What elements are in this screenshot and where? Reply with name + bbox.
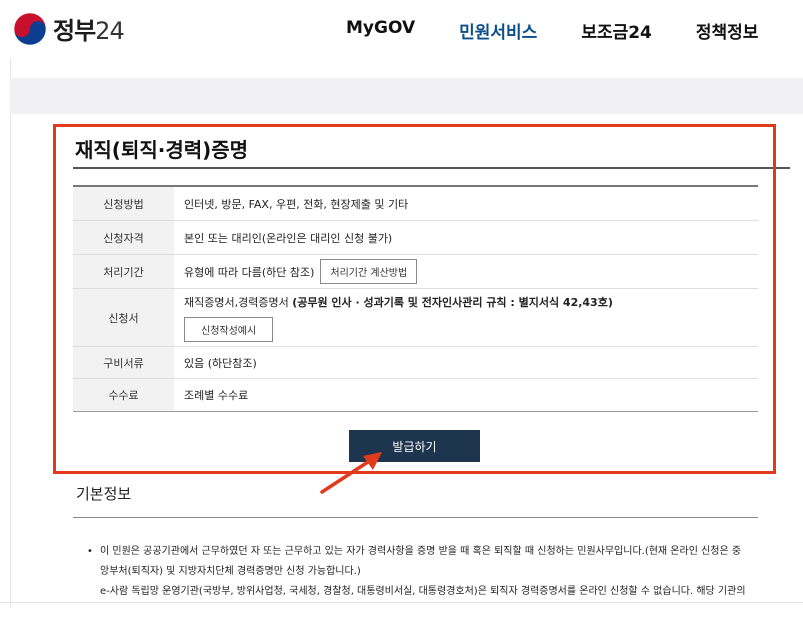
nav-item-subsidy24[interactable]: 보조금24 bbox=[581, 18, 652, 43]
row-value: 조례별 수수료 bbox=[184, 389, 249, 402]
row-value: 본인 또는 대리인(온라인은 대리인 신청 불가) bbox=[184, 231, 393, 245]
row-label: 구비서류 bbox=[73, 347, 174, 378]
basic-info-title: 기본정보 bbox=[76, 485, 132, 503]
row-label: 신청서 bbox=[73, 289, 174, 346]
logo-number: 24 bbox=[95, 17, 125, 45]
content-left-border bbox=[10, 58, 11, 608]
row-label: 수수료 bbox=[73, 379, 174, 411]
info-line: 이 민원은 공공기관에서 근무하였던 자 또는 근무하고 있는 자가 경력사항을… bbox=[100, 546, 742, 557]
page-title: 재직(퇴직·경력)증명 bbox=[75, 138, 249, 162]
nav-item-mygov[interactable]: MyGOV bbox=[346, 18, 415, 43]
row-value: 있음 (하단참조) bbox=[184, 356, 257, 370]
row-value: 재직증명서,경력증명서 bbox=[184, 295, 293, 309]
row-value-bold: (공무원 인사 · 성과기록 및 전자인사관리 규칙 : 별지서식 42,43호… bbox=[292, 295, 613, 309]
nav-item-policy-info[interactable]: 정책정보 bbox=[696, 18, 759, 43]
table-row: 수수료 조례별 수수료 bbox=[73, 379, 758, 411]
bullet-marker: • bbox=[87, 546, 93, 557]
application-example-button[interactable]: 신청작성예시 bbox=[184, 316, 274, 342]
table-row: 구비서류 있음 (하단참조) bbox=[73, 347, 758, 379]
row-value: 유형에 따라 다름(하단 참조) bbox=[184, 265, 315, 279]
row-label: 처리기간 bbox=[73, 255, 174, 288]
main-nav: MyGOV 민원서비스 보조금24 정책정보 bbox=[346, 18, 802, 43]
basic-info-divider bbox=[73, 517, 758, 518]
table-row: 신청방법 인터넷, 방문, FAX, 우편, 전화, 현장제출 및 기타 bbox=[73, 187, 758, 221]
processing-time-calc-button[interactable]: 처리기간 계산방법 bbox=[320, 259, 418, 284]
logo-text: 정부 bbox=[53, 17, 96, 45]
basic-info-text: • 이 민원은 공공기관에서 근무하였던 자 또는 근무하고 있는 자가 경력사… bbox=[87, 542, 752, 602]
site-logo[interactable]: 정부24 bbox=[13, 11, 125, 46]
service-info-table: 신청방법 인터넷, 방문, FAX, 우편, 전화, 현장제출 및 기타 신청자… bbox=[73, 185, 758, 412]
table-row: 처리기간 유형에 따라 다름(하단 참조) 처리기간 계산방법 bbox=[73, 255, 758, 289]
breadcrumb-bar bbox=[10, 78, 803, 114]
content-bottom-border bbox=[0, 602, 803, 603]
row-label: 신청방법 bbox=[73, 187, 174, 220]
site-header: 정부24 MyGOV 민원서비스 보조금24 정책정보 bbox=[0, 0, 803, 58]
title-divider bbox=[73, 167, 790, 169]
annotation-arrow-icon bbox=[320, 452, 382, 494]
taegeuk-logo-icon bbox=[13, 12, 47, 45]
row-value: 인터넷, 방문, FAX, 우편, 전화, 현장제출 및 기타 bbox=[184, 197, 409, 211]
nav-item-civil-services[interactable]: 민원서비스 bbox=[459, 18, 537, 43]
info-line: 앙부처(퇴직자) 및 지방자치단체 경력증명만 신청 가능합니다.) bbox=[100, 566, 361, 577]
row-label: 신청자격 bbox=[73, 221, 174, 254]
table-row: 신청자격 본인 또는 대리인(온라인은 대리인 신청 불가) bbox=[73, 221, 758, 255]
table-row: 신청서 재직증명서,경력증명서 (공무원 인사 · 성과기록 및 전자인사관리 … bbox=[73, 289, 758, 347]
info-line: e-사람 독립망 운영기관(국방부, 방위사업청, 국세청, 경찰청, 대통령비… bbox=[100, 586, 746, 597]
